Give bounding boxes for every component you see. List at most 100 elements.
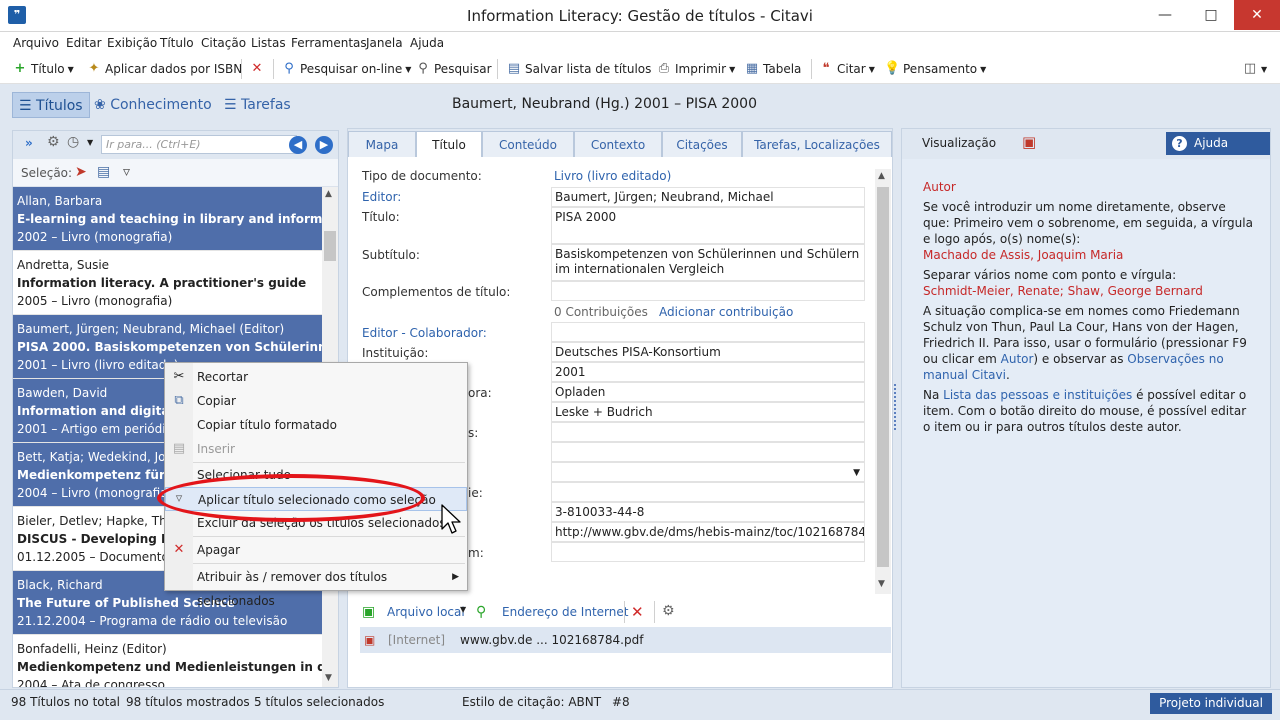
institution-field[interactable]: Deutsches PISA-Konsortium bbox=[551, 342, 865, 362]
persons-list-link[interactable]: Lista das pessoas e instituições bbox=[943, 388, 1132, 402]
tab-contexto[interactable]: Contexto bbox=[574, 131, 662, 157]
year-field[interactable]: 2001 bbox=[551, 362, 865, 382]
gear-icon[interactable]: ⚙ bbox=[47, 134, 60, 150]
url-field[interactable]: http://www.gbv.de/dms/hebis-mainz/toc/10… bbox=[551, 522, 865, 542]
title-field[interactable]: PISA 2000 bbox=[551, 207, 865, 244]
paste-icon: ▤ bbox=[172, 441, 186, 456]
menu-item-copiar-formatado[interactable]: Copiar título formatado bbox=[165, 413, 467, 437]
tab-citacoes[interactable]: Citações bbox=[662, 131, 742, 157]
help-paragraph: Separar vários nome com ponto e vírgula: bbox=[923, 268, 1177, 282]
online-search-button[interactable]: ⚲ Pesquisar on-line ▼ bbox=[281, 61, 411, 77]
history-icon[interactable]: ◷ bbox=[67, 134, 79, 150]
menu-ferramentas[interactable]: Ferramentas bbox=[291, 36, 367, 50]
tab-titulo[interactable]: Título bbox=[416, 131, 482, 157]
volume-field[interactable] bbox=[551, 442, 865, 462]
editor-field[interactable]: Baumert, Jürgen; Neubrand, Michael bbox=[551, 187, 865, 207]
item-title: PISA 2000. Basiskompetenzen von Schüleri… bbox=[17, 340, 322, 354]
citation-style[interactable]: Estilo de citação: ABNT bbox=[462, 695, 601, 709]
filter-icon[interactable]: ▿ bbox=[123, 164, 130, 180]
preview-tab[interactable]: Visualização bbox=[922, 136, 996, 150]
attachment-row[interactable]: ▣ [Internet] www.gbv.de ... 102168784.pd… bbox=[360, 627, 891, 653]
gear-icon[interactable]: ⚙ bbox=[662, 603, 675, 619]
author-help-link[interactable]: Autor bbox=[1001, 352, 1034, 366]
delete-x-icon[interactable]: ✕ bbox=[631, 603, 644, 621]
goto-search-input[interactable]: Ir para... (Ctrl+E) bbox=[101, 135, 297, 154]
magnifier-icon: ⚲ bbox=[418, 61, 428, 76]
menu-item-copiar[interactable]: ⧉ Copiar bbox=[165, 389, 467, 413]
next-arrow-icon[interactable]: ▶ bbox=[315, 136, 333, 154]
add-web-address-icon[interactable]: ⚲ bbox=[476, 604, 486, 620]
menu-editar[interactable]: Editar bbox=[66, 36, 102, 50]
menu-listas[interactable]: Listas bbox=[251, 36, 286, 50]
title-supplement-field[interactable] bbox=[551, 281, 865, 301]
list-item[interactable]: Bonfadelli, Heinz (Editor) Medienkompete… bbox=[13, 635, 322, 687]
tab-tarefas[interactable]: ☰ Tarefas bbox=[218, 92, 297, 118]
tab-titulos[interactable]: ☰ Títulos bbox=[12, 92, 90, 118]
list-item[interactable]: Allan, Barbara E-learning and teaching i… bbox=[13, 187, 322, 251]
isbn-field[interactable]: 3-810033-44-8 bbox=[551, 502, 865, 522]
menu-item-atribuir[interactable]: Atribuir às / remover dos títulos seleci… bbox=[165, 565, 467, 608]
menu-janela[interactable]: Janela bbox=[366, 36, 403, 50]
editor-scrollbar[interactable]: ▲ ▼ bbox=[875, 169, 891, 594]
menu-ajuda[interactable]: Ajuda bbox=[410, 36, 444, 50]
tab-tarefas-localizacoes[interactable]: Tarefas, Localizações bbox=[742, 131, 892, 157]
search-button[interactable]: ⚲ Pesquisar bbox=[415, 61, 491, 77]
menu-exibicao[interactable]: Exibição bbox=[107, 36, 157, 50]
tab-conteudo[interactable]: Conteúdo bbox=[482, 131, 574, 157]
dropdown-arrow-icon[interactable]: ▼ bbox=[460, 605, 466, 614]
publisher-field[interactable]: Leske + Budrich bbox=[551, 402, 865, 422]
scroll-down-icon[interactable]: ▼ bbox=[878, 579, 885, 589]
editor-collaborator-field[interactable] bbox=[551, 322, 865, 342]
editor-label[interactable]: Editor: bbox=[362, 190, 401, 204]
layout-button[interactable]: ◫ ▼ bbox=[1242, 61, 1267, 77]
delete-x-icon: ✕ bbox=[173, 542, 185, 557]
series-number-field[interactable] bbox=[551, 482, 865, 502]
selection-list-icon[interactable]: ▤ bbox=[97, 164, 110, 180]
menu-arquivo[interactable]: Arquivo bbox=[13, 36, 59, 50]
cite-button[interactable]: ❝ Citar ▼ bbox=[818, 61, 875, 77]
thought-button[interactable]: 💡 Pensamento ▼ bbox=[884, 61, 986, 77]
save-list-button[interactable]: ▤ Salvar lista de títulos bbox=[506, 61, 652, 77]
menu-titulo[interactable]: Título bbox=[160, 36, 194, 50]
isbn-button[interactable]: ✦ Aplicar dados por ISBN bbox=[86, 61, 243, 77]
splitter-grip-icon[interactable] bbox=[894, 384, 900, 430]
add-local-file-icon[interactable]: ▣ bbox=[362, 604, 375, 620]
previous-arrow-icon[interactable]: ◀ bbox=[289, 136, 307, 154]
delete-title-button[interactable]: ✕ bbox=[249, 61, 265, 77]
scroll-up-icon[interactable]: ▲ bbox=[325, 189, 332, 199]
menu-item-apagar[interactable]: ✕ Apagar bbox=[165, 538, 467, 562]
history-dropdown-icon[interactable]: ▼ bbox=[87, 138, 93, 147]
new-title-button[interactable]: + Título ▼ bbox=[12, 61, 74, 77]
scroll-thumb[interactable] bbox=[324, 231, 336, 261]
series-dropdown[interactable]: ▼ bbox=[551, 462, 865, 482]
selection-tool-icon[interactable]: ➤ bbox=[75, 164, 87, 180]
pdf-preview-icon[interactable]: ▣ bbox=[1022, 133, 1036, 151]
add-contribution-link[interactable]: Adicionar contribuição bbox=[659, 305, 793, 319]
list-item[interactable]: Andretta, Susie Information literacy. A … bbox=[13, 251, 322, 315]
print-button[interactable]: ⎙ Imprimir ▼ bbox=[656, 61, 735, 77]
maximize-button[interactable]: □ bbox=[1188, 0, 1234, 30]
place-field[interactable]: Opladen bbox=[551, 382, 865, 402]
editor-collaborator-label[interactable]: Editor - Colaborador: bbox=[362, 326, 487, 340]
tab-conhecimento[interactable]: ❀ Conhecimento bbox=[88, 92, 218, 118]
web-address-link[interactable]: Endereço de Internet bbox=[502, 605, 628, 619]
project-type-button[interactable]: Projeto individual bbox=[1150, 693, 1272, 714]
scroll-thumb[interactable] bbox=[877, 187, 889, 567]
scroll-up-icon[interactable]: ▲ bbox=[878, 171, 885, 181]
local-file-link[interactable]: Arquivo local bbox=[387, 605, 465, 619]
table-button[interactable]: ▦ Tabela bbox=[744, 61, 802, 77]
panel-splitter[interactable] bbox=[893, 128, 901, 688]
expand-chevron-icon[interactable]: » bbox=[25, 136, 33, 150]
menu-item-label: Recortar bbox=[197, 370, 249, 384]
scroll-down-icon[interactable]: ▼ bbox=[325, 673, 332, 683]
date-field[interactable] bbox=[551, 542, 865, 562]
tab-mapa[interactable]: Mapa bbox=[348, 131, 416, 157]
quick-help-button[interactable]: ? Ajuda rápida bbox=[1166, 132, 1270, 173]
doc-type-link[interactable]: Livro (livro editado) bbox=[554, 169, 671, 183]
menu-citacao[interactable]: Citação bbox=[201, 36, 246, 50]
close-window-button[interactable]: ✕ bbox=[1234, 0, 1280, 30]
edition-field[interactable] bbox=[551, 422, 865, 442]
menu-item-recortar[interactable]: ✂ Recortar bbox=[165, 365, 467, 389]
minimize-button[interactable]: — bbox=[1142, 0, 1188, 30]
subtitle-field[interactable]: Basiskompetenzen von Schülerinnen und Sc… bbox=[551, 244, 865, 281]
